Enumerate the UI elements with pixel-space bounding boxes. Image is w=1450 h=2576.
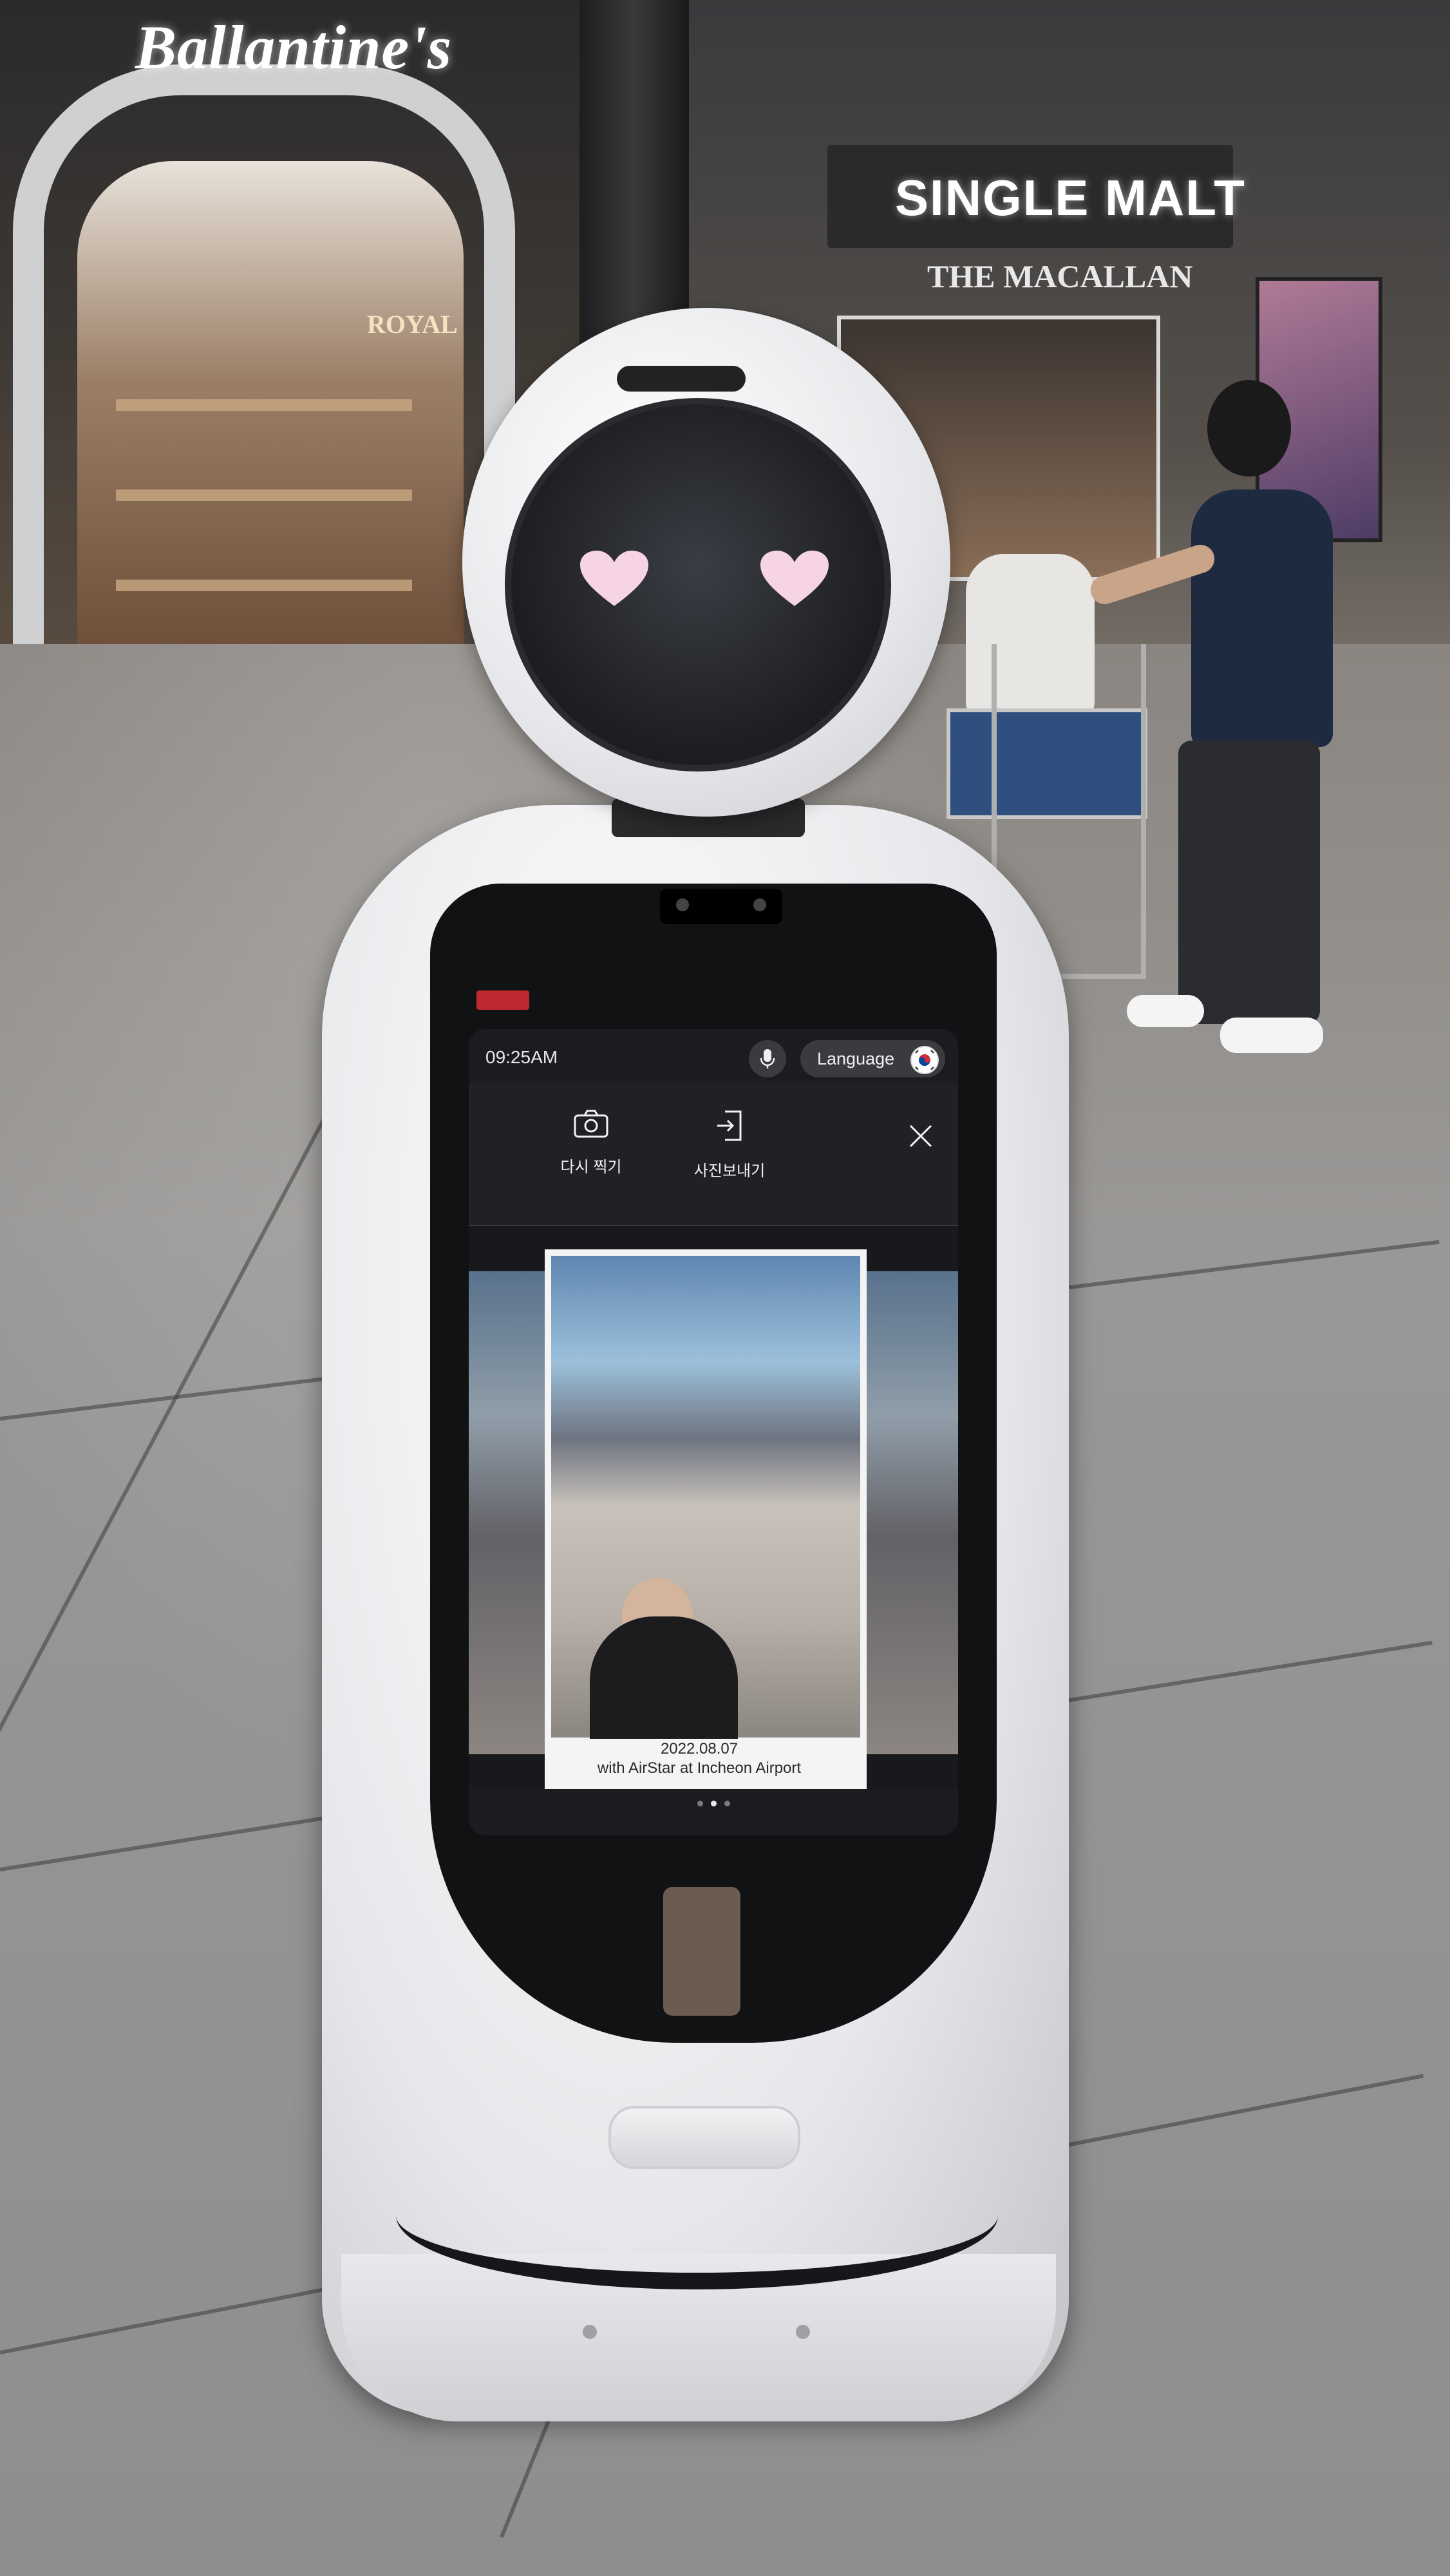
korea-flag-icon — [910, 1046, 939, 1074]
photo-action-bar: 다시 찍기 사진보내기 — [469, 1083, 958, 1226]
page-dot-active[interactable] — [710, 1801, 717, 1806]
photo-preview-area: 2022.08.07 with AirStar at Incheon Airpo… — [469, 1226, 958, 1789]
heart-eye-icon — [580, 551, 648, 606]
send-photo-button[interactable]: 사진보내기 — [672, 1109, 787, 1180]
status-led — [583, 2325, 597, 2339]
photo-card[interactable]: 2022.08.07 with AirStar at Incheon Airpo… — [545, 1249, 867, 1789]
close-button[interactable] — [905, 1121, 936, 1151]
page-indicator — [469, 1801, 958, 1814]
sensor-lens — [676, 898, 689, 911]
guide-robot: 09:25AM Language 다시 찍기 사진보내기 2022.08.07 … — [0, 0, 1450, 2576]
microphone-icon — [760, 1049, 775, 1068]
retake-photo-button[interactable]: 다시 찍기 — [533, 1109, 649, 1177]
manufacturer-badge — [476, 990, 529, 1010]
status-bar: 09:25AM Language — [469, 1029, 958, 1083]
photo-subject — [590, 1616, 738, 1739]
captured-photo — [551, 1256, 860, 1739]
heart-eye-icon — [760, 551, 829, 606]
send-photo-label: 사진보내기 — [693, 1162, 766, 1180]
page-dot[interactable] — [697, 1801, 703, 1806]
page-dot[interactable] — [724, 1801, 730, 1806]
language-label: Language — [817, 1048, 895, 1068]
sensor-lens — [753, 898, 766, 911]
robot-touch-screen: 09:25AM Language 다시 찍기 사진보내기 2022.08.07 … — [469, 1029, 958, 1835]
clock: 09:25AM — [485, 1047, 558, 1067]
photo-date: 2022.08.07 — [660, 1740, 739, 1757]
camera-icon — [574, 1110, 608, 1138]
close-icon — [909, 1124, 932, 1148]
head-camera — [617, 366, 746, 392]
language-button[interactable]: Language — [800, 1040, 945, 1077]
voice-input-button[interactable] — [749, 1040, 786, 1077]
ticket-slot — [663, 1887, 740, 2016]
send-icon — [717, 1110, 742, 1141]
status-led — [796, 2325, 810, 2339]
retake-photo-label: 다시 찍기 — [560, 1159, 622, 1176]
front-camera-sensor — [660, 889, 782, 924]
robot-smile-stripe — [396, 2141, 998, 2289]
robot-face-display — [505, 398, 891, 772]
photo-caption: with AirStar at Incheon Airport — [597, 1759, 802, 1777]
robot-head — [462, 308, 950, 817]
